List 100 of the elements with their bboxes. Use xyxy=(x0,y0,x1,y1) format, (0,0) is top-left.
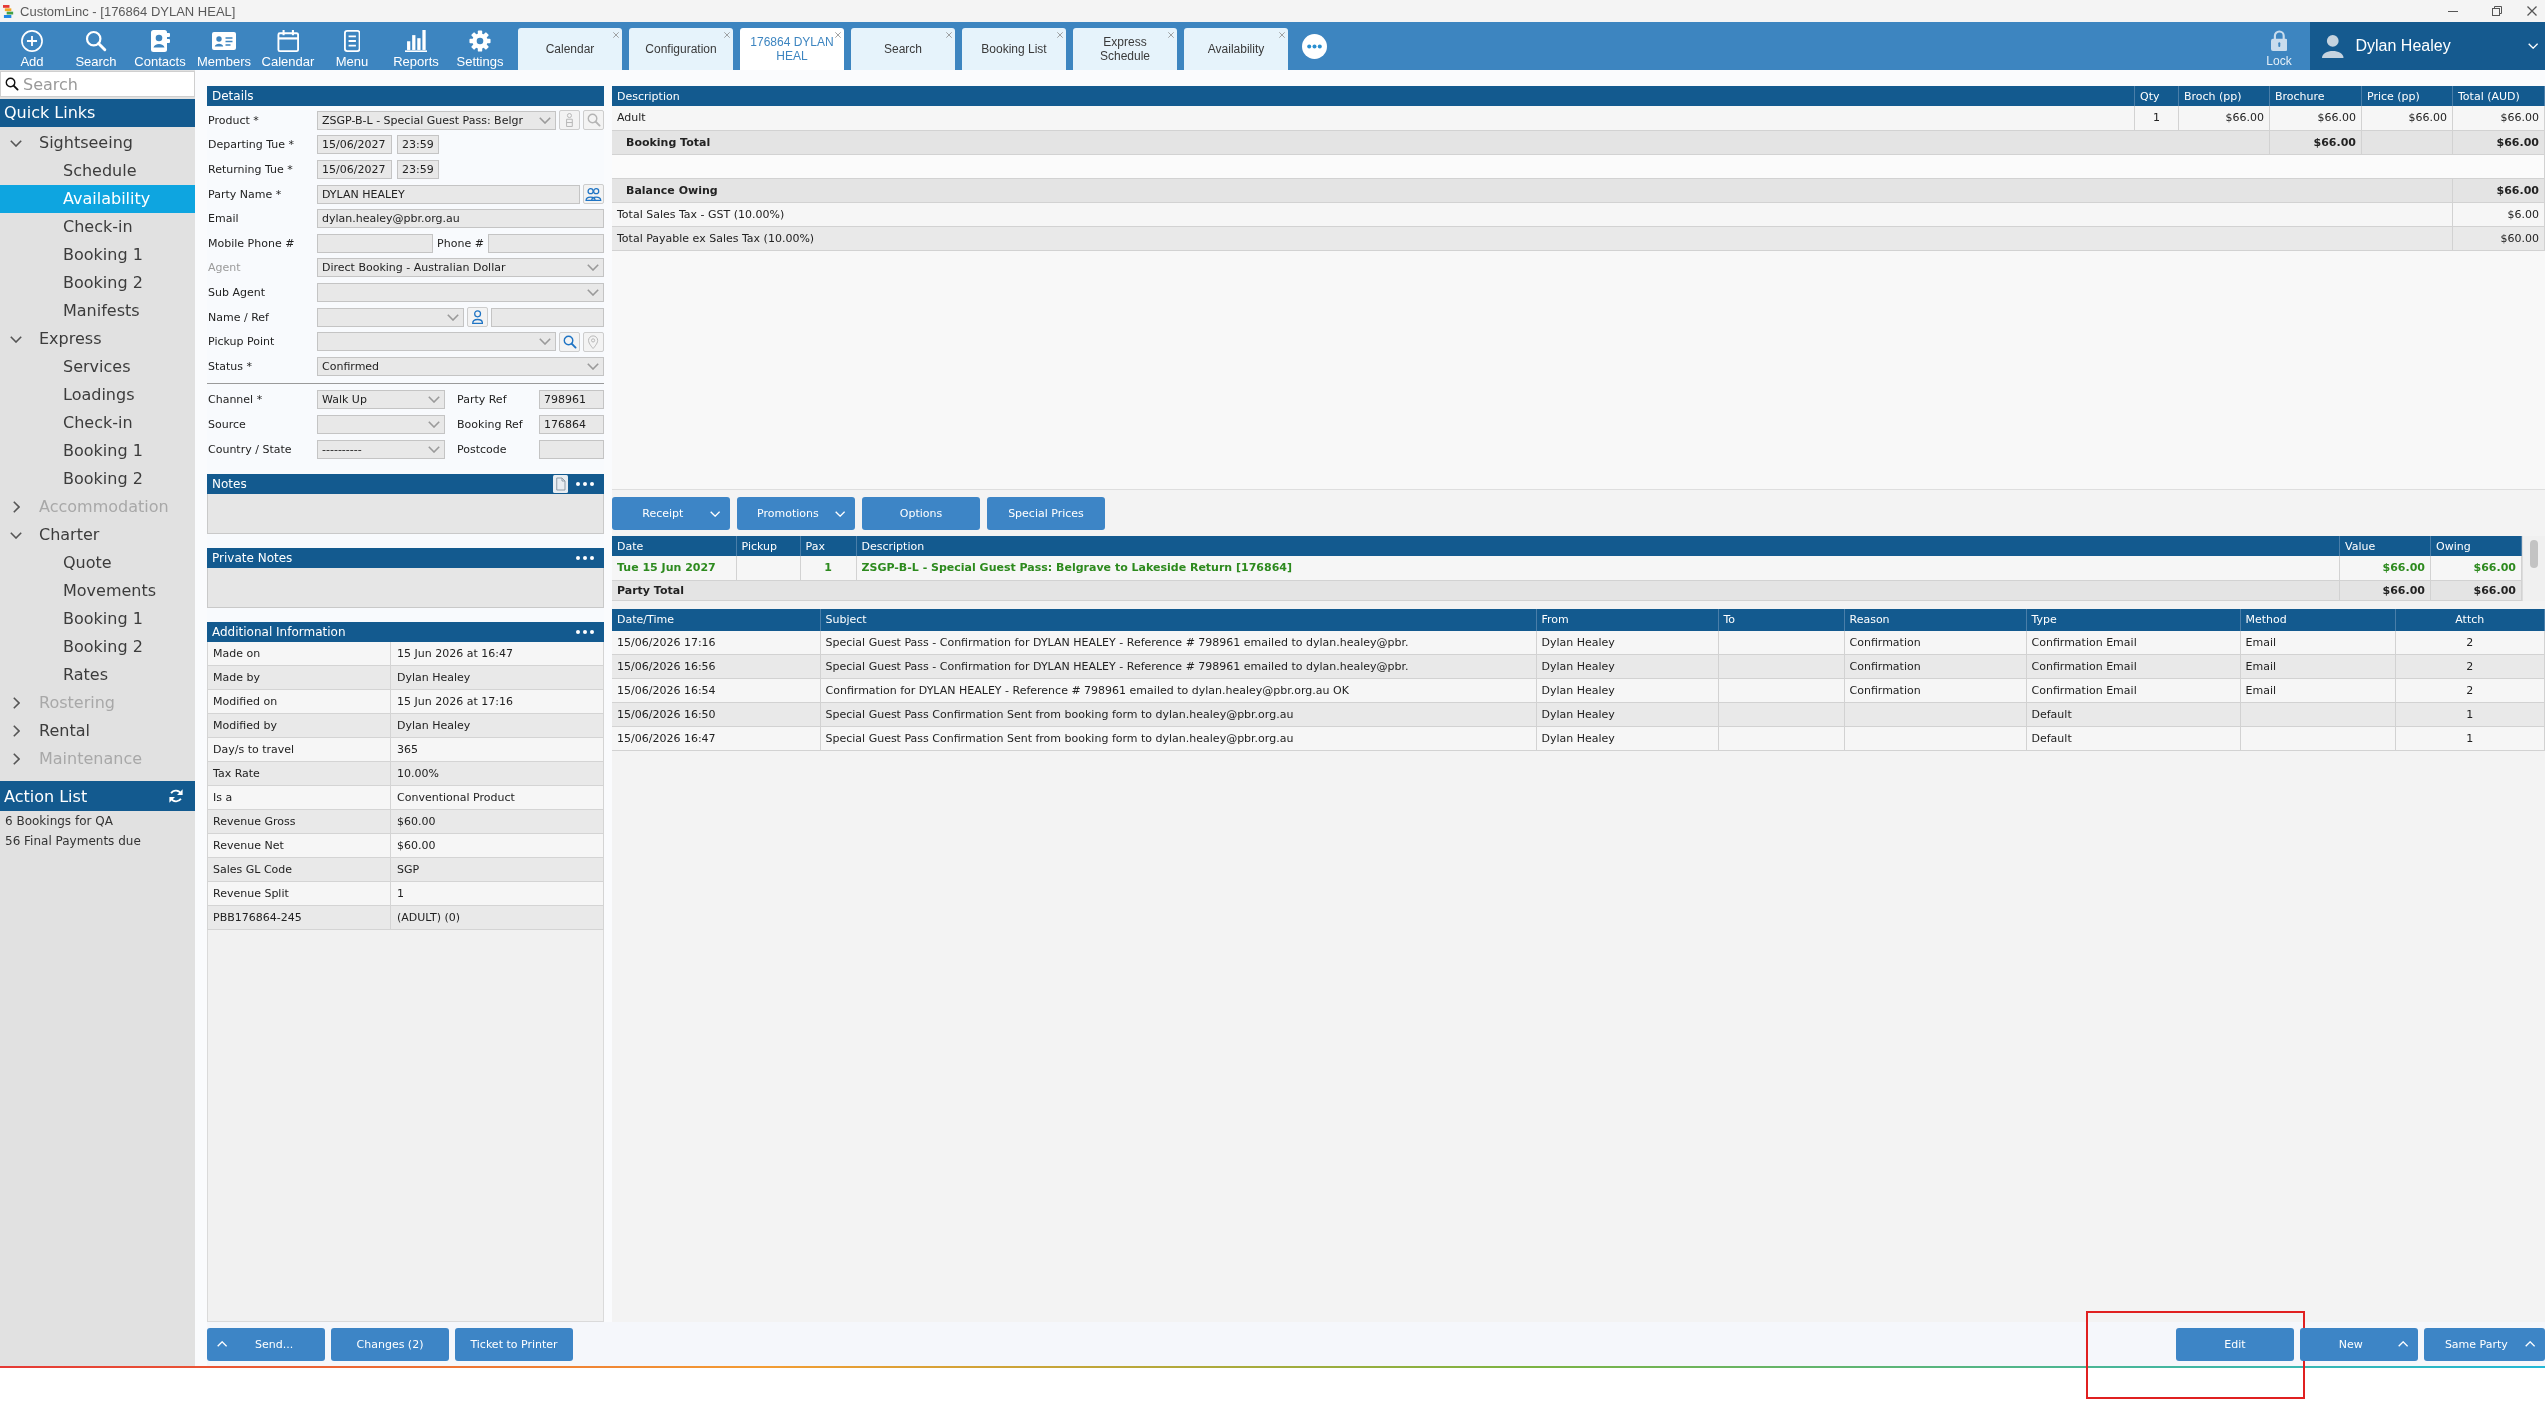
tree-group[interactable]: Rental xyxy=(0,717,195,745)
dropdown[interactable]: Confirmed xyxy=(317,356,604,376)
input-field[interactable] xyxy=(317,233,434,253)
tab[interactable]: Search xyxy=(851,28,955,70)
input-field[interactable] xyxy=(491,307,604,327)
user-menu[interactable]: Dylan Healey xyxy=(2310,22,2545,70)
split-button[interactable]: New xyxy=(2300,1327,2418,1361)
close-icon[interactable] xyxy=(835,32,841,38)
input-field[interactable]: 176864 xyxy=(539,414,604,434)
search-field[interactable]: Search xyxy=(0,71,195,97)
input-field[interactable]: dylan.healey@pbr.org.au xyxy=(317,209,604,229)
dropdown[interactable]: Walk Up xyxy=(317,389,445,409)
close-icon[interactable] xyxy=(724,32,730,38)
action-button[interactable]: Ticket to Printer xyxy=(455,1327,573,1361)
split-button[interactable]: Same Party xyxy=(2424,1327,2545,1361)
dropdown[interactable]: ---------- xyxy=(317,439,445,459)
tree-item[interactable]: Loadings xyxy=(0,381,195,409)
tree-item[interactable]: Rates xyxy=(0,661,195,689)
input-field[interactable] xyxy=(539,439,604,459)
close-icon[interactable] xyxy=(1279,32,1285,38)
action-button[interactable]: Edit xyxy=(2176,1327,2294,1361)
column-header: Attch xyxy=(2395,608,2545,631)
input-field[interactable]: 798961 xyxy=(539,389,604,409)
action-button[interactable]: Special Prices xyxy=(987,497,1105,530)
dropdown-button[interactable]: Receipt xyxy=(612,497,730,530)
tree-item[interactable]: Booking 1 xyxy=(0,241,195,269)
toolbar-button[interactable]: Contacts xyxy=(128,22,192,70)
dropdown[interactable]: ZSGP-B-L - Special Guest Pass: Belgr xyxy=(317,110,556,130)
tree-item[interactable]: Services xyxy=(0,353,195,381)
chevron-down-icon xyxy=(834,510,845,517)
more-icon[interactable] xyxy=(1302,33,1327,59)
tree-group[interactable]: Sightseeing xyxy=(0,129,195,157)
table-cell: Confirmation Email xyxy=(2026,654,2240,679)
tree-item[interactable]: Booking 1 xyxy=(0,605,195,633)
minimize-icon xyxy=(2448,10,2458,12)
toolbar-button[interactable]: Settings xyxy=(448,22,512,70)
tree-item[interactable]: Movements xyxy=(0,577,195,605)
tree-item[interactable]: Booking 2 xyxy=(0,465,195,493)
tree-item[interactable]: Booking 2 xyxy=(0,633,195,661)
table-cell: (ADULT) (0) xyxy=(390,905,603,930)
input-field[interactable] xyxy=(487,233,604,253)
contact-button[interactable] xyxy=(467,307,489,328)
tab[interactable]: Booking List xyxy=(962,28,1066,70)
table-cell: Made by xyxy=(208,665,390,690)
map-pin-icon xyxy=(588,334,599,349)
tab[interactable]: Configuration xyxy=(629,28,733,70)
search-button[interactable] xyxy=(559,331,580,352)
chevron-down-icon xyxy=(587,362,599,370)
refresh-icon[interactable] xyxy=(169,789,183,803)
action-button[interactable]: Options xyxy=(862,497,980,530)
tree-item[interactable]: Quote xyxy=(0,549,195,577)
tree-item[interactable]: Booking 1 xyxy=(0,437,195,465)
table-cell: Dylan Healey xyxy=(390,665,603,690)
action-link[interactable]: 6 Bookings for QA xyxy=(5,811,113,831)
input-field[interactable]: 15/06/2027 xyxy=(317,160,392,179)
tab[interactable]: 176864 DYLAN HEAL xyxy=(740,28,844,70)
tree-group[interactable]: Express xyxy=(0,325,195,353)
notes-field[interactable] xyxy=(207,567,604,608)
close-icon[interactable] xyxy=(613,32,619,38)
panel-title: Additional Information xyxy=(212,624,347,639)
table-cell: Dylan Healey xyxy=(1536,678,1718,703)
table-cell: 2 xyxy=(2395,678,2545,703)
table-cell: Modified on xyxy=(208,689,390,714)
more-icon[interactable] xyxy=(576,629,594,634)
input-field[interactable]: DYLAN HEALEY xyxy=(317,184,580,204)
input-field[interactable]: 23:59 xyxy=(397,135,439,155)
toolbar-button[interactable]: Search xyxy=(64,22,128,70)
tree-item[interactable]: Manifests xyxy=(0,297,195,325)
bar-chart-icon xyxy=(404,29,428,52)
dropdown-button[interactable]: Promotions xyxy=(737,497,855,530)
input-field[interactable]: 23:59 xyxy=(397,160,439,179)
table-cell: Revenue Net xyxy=(208,833,390,858)
tree-item[interactable]: Booking 2 xyxy=(0,269,195,297)
input-field[interactable]: 15/06/2027 xyxy=(317,135,392,155)
toolbar-button[interactable]: Members xyxy=(192,22,256,70)
toolbar-button[interactable]: Calendar xyxy=(256,22,320,70)
close-icon[interactable] xyxy=(946,32,952,38)
tab[interactable]: Calendar xyxy=(518,28,622,70)
tree-item[interactable]: Check-in xyxy=(0,409,195,437)
more-icon[interactable] xyxy=(576,555,594,560)
tab[interactable]: Availability xyxy=(1184,28,1288,70)
action-link[interactable]: 56 Final Payments due xyxy=(5,831,141,851)
tab[interactable]: Express Schedule xyxy=(1073,28,1177,70)
tree-item[interactable]: Schedule xyxy=(0,157,195,185)
action-button[interactable]: Changes (2) xyxy=(331,1327,449,1361)
close-icon[interactable] xyxy=(1057,32,1063,38)
dropdown[interactable] xyxy=(317,282,604,302)
tree-group[interactable]: Charter xyxy=(0,521,195,549)
toolbar-button[interactable]: Add xyxy=(0,22,64,70)
notes-field[interactable] xyxy=(207,493,604,534)
document-icon[interactable] xyxy=(553,474,568,493)
tree-item[interactable]: Check-in xyxy=(0,213,195,241)
more-icon[interactable] xyxy=(576,481,594,486)
party-button[interactable] xyxy=(583,184,604,205)
dropdown[interactable] xyxy=(317,414,445,434)
split-button[interactable]: Send... xyxy=(207,1327,325,1361)
toolbar-button[interactable]: Reports xyxy=(384,22,448,70)
toolbar-button[interactable]: Menu xyxy=(320,22,384,70)
close-icon[interactable] xyxy=(1168,32,1174,38)
chevron-down-icon xyxy=(447,313,460,321)
